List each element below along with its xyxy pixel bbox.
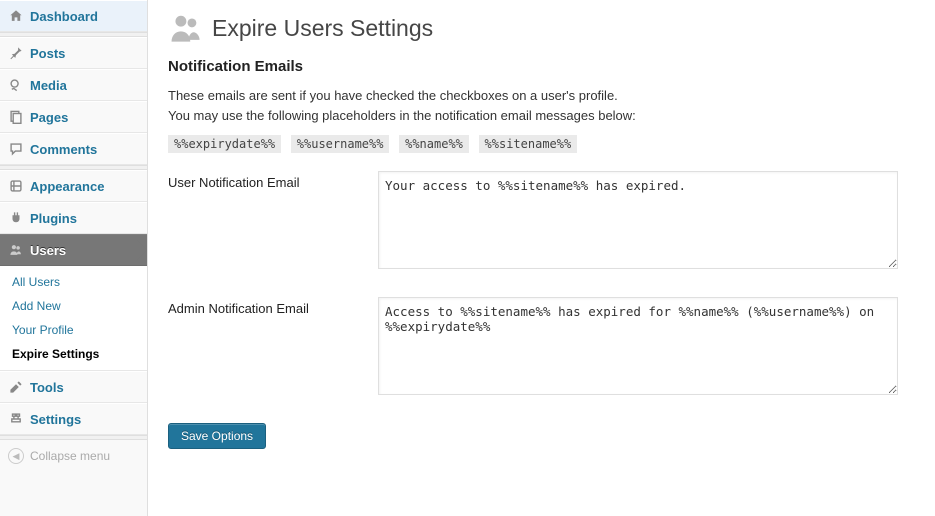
page-icon: [8, 109, 24, 125]
sidebar-item-settings[interactable]: Settings: [0, 403, 147, 435]
user-notification-email-input[interactable]: [378, 171, 898, 269]
comment-icon: [8, 141, 24, 157]
sidebar-item-dashboard[interactable]: Dashboard: [0, 0, 147, 32]
sidebar-item-comments[interactable]: Comments: [0, 133, 147, 165]
plugin-icon: [8, 210, 24, 226]
submenu-label: Your Profile: [12, 323, 74, 337]
admin-sidebar: Dashboard Posts Media Pages Comments App…: [0, 0, 148, 516]
sidebar-item-label: Tools: [30, 380, 64, 395]
collapse-icon: ◀: [8, 448, 24, 464]
sidebar-item-plugins[interactable]: Plugins: [0, 202, 147, 234]
placeholder-token: %%username%%: [291, 135, 390, 153]
submenu-label: Add New: [12, 299, 61, 313]
sidebar-item-label: Settings: [30, 412, 81, 427]
section-heading: Notification Emails: [168, 58, 915, 75]
sidebar-item-label: Pages: [30, 110, 68, 125]
submenu-item-add-new[interactable]: Add New: [0, 294, 147, 318]
field-admin-notification: Admin Notification Email: [168, 297, 915, 395]
sidebar-item-label: Plugins: [30, 211, 77, 226]
sidebar-item-label: Comments: [30, 142, 97, 157]
appearance-icon: [8, 178, 24, 194]
submenu-label: Expire Settings: [12, 347, 99, 361]
placeholder-token: %%expirydate%%: [168, 135, 281, 153]
sidebar-item-pages[interactable]: Pages: [0, 101, 147, 133]
field-label: User Notification Email: [168, 171, 378, 269]
submenu-item-expire-settings[interactable]: Expire Settings: [0, 342, 147, 366]
tools-icon: [8, 379, 24, 395]
sidebar-item-label: Appearance: [30, 179, 104, 194]
users-icon: [8, 242, 24, 258]
page-title: Expire Users Settings: [212, 15, 433, 42]
sidebar-item-appearance[interactable]: Appearance: [0, 170, 147, 202]
admin-notification-email-input[interactable]: [378, 297, 898, 395]
sidebar-item-media[interactable]: Media: [0, 69, 147, 101]
placeholder-token: %%name%%: [399, 135, 469, 153]
sidebar-item-posts[interactable]: Posts: [0, 37, 147, 69]
media-icon: [8, 77, 24, 93]
sidebar-item-users[interactable]: Users: [0, 234, 147, 266]
sidebar-item-label: Users: [30, 243, 66, 258]
submenu-label: All Users: [12, 275, 60, 289]
users-icon: [168, 10, 204, 46]
submenu-item-your-profile[interactable]: Your Profile: [0, 318, 147, 342]
placeholder-token: %%sitename%%: [479, 135, 578, 153]
pin-icon: [8, 45, 24, 61]
home-icon: [8, 8, 24, 24]
users-submenu: All Users Add New Your Profile Expire Se…: [0, 266, 147, 371]
collapse-menu[interactable]: ◀ Collapse menu: [0, 440, 147, 472]
sidebar-item-label: Posts: [30, 46, 65, 61]
description-line-2: You may use the following placeholders i…: [168, 107, 915, 125]
description-line-1: These emails are sent if you have checke…: [168, 87, 915, 105]
field-user-notification: User Notification Email: [168, 171, 915, 269]
save-button[interactable]: Save Options: [168, 423, 266, 449]
settings-icon: [8, 411, 24, 427]
placeholder-list: %%expirydate%% %%username%% %%name%% %%s…: [168, 135, 915, 153]
sidebar-item-tools[interactable]: Tools: [0, 371, 147, 403]
page-header: Expire Users Settings: [168, 10, 915, 46]
main-content: Expire Users Settings Notification Email…: [148, 0, 935, 516]
collapse-label: Collapse menu: [30, 449, 110, 463]
field-label: Admin Notification Email: [168, 297, 378, 395]
submenu-item-all-users[interactable]: All Users: [0, 270, 147, 294]
sidebar-item-label: Dashboard: [30, 9, 98, 24]
sidebar-item-label: Media: [30, 78, 67, 93]
